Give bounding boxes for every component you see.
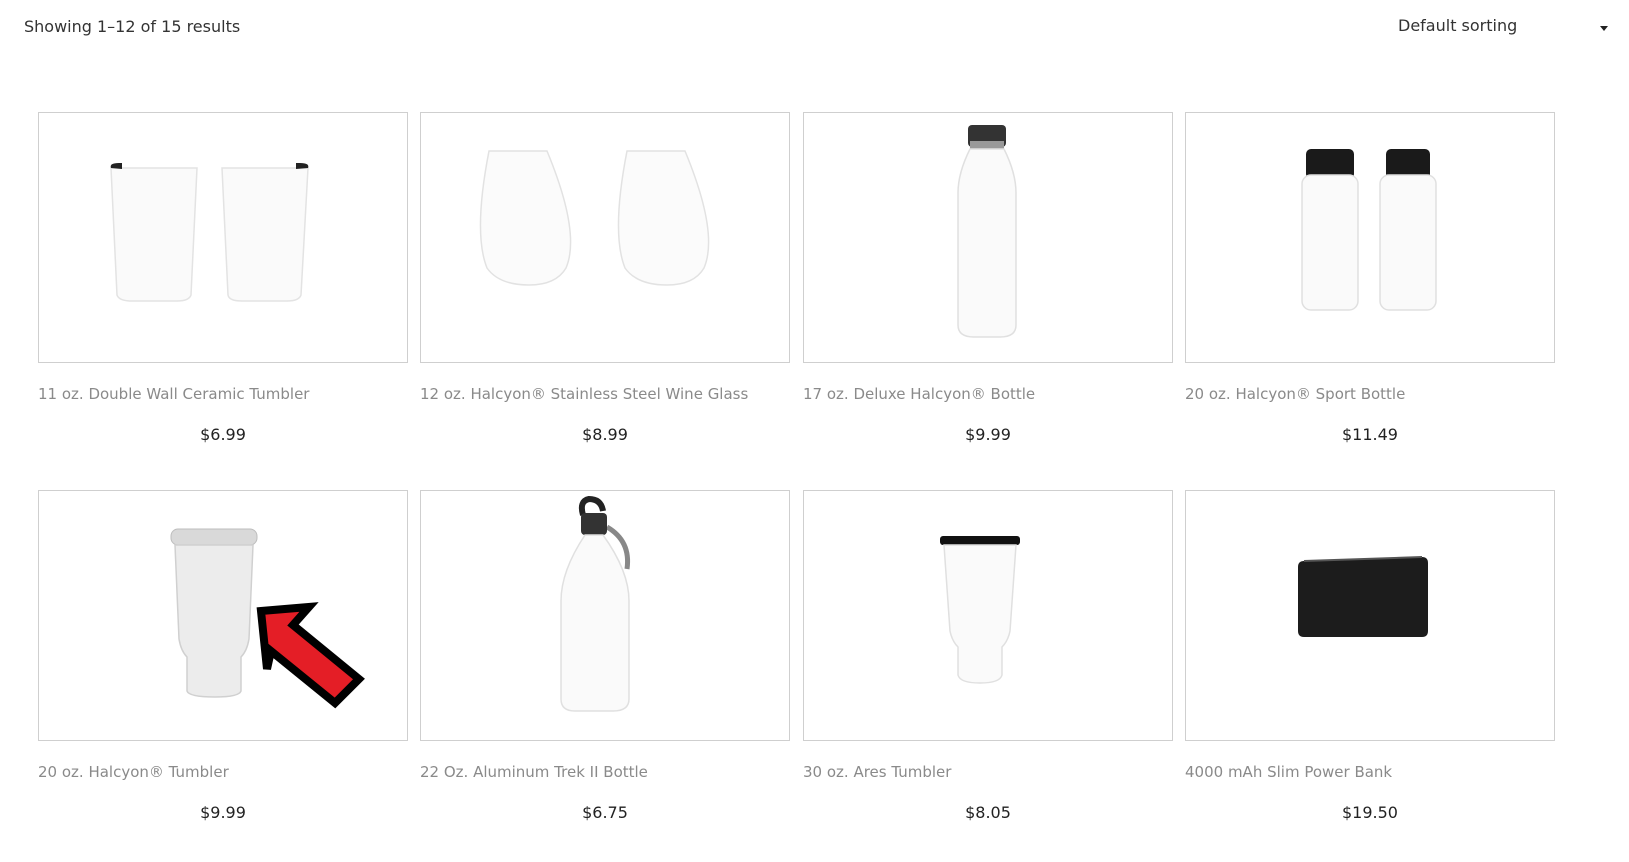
tumbler-icon — [170, 528, 365, 709]
product-card: 11 oz. Double Wall Ceramic Tumbler $6.99 — [38, 112, 408, 444]
product-title-link[interactable]: 30 oz. Ares Tumbler — [803, 763, 1173, 781]
product-image-link[interactable] — [1185, 112, 1555, 363]
product-card: 20 oz. Halcyon® Tumbler $9.99 — [38, 490, 408, 822]
shop-page: Showing 1–12 of 15 results Default sorti… — [0, 0, 1629, 862]
product-price: $8.99 — [582, 425, 628, 444]
ares-tumbler-icon — [940, 536, 1020, 684]
product-card: 30 oz. Ares Tumbler $8.05 — [803, 490, 1173, 822]
product-price: $6.99 — [200, 425, 246, 444]
product-title-link[interactable]: 20 oz. Halcyon® Tumbler — [38, 763, 408, 781]
caret-down-icon — [1600, 26, 1608, 31]
product-image-link[interactable] — [38, 112, 408, 363]
product-title-link[interactable]: 4000 mAh Slim Power Bank — [1185, 763, 1555, 781]
product-card: 22 Oz. Aluminum Trek II Bottle $6.75 — [420, 490, 790, 822]
arrow-icon — [256, 602, 365, 709]
sorting-selected-label: Default sorting — [1398, 16, 1518, 35]
product-price: $6.75 — [582, 803, 628, 822]
product-card: 17 oz. Deluxe Halcyon® Bottle $9.99 — [803, 112, 1173, 444]
product-image-link[interactable] — [38, 490, 408, 741]
product-image-link[interactable] — [420, 112, 790, 363]
product-image-link[interactable] — [803, 112, 1173, 363]
product-title-link[interactable]: 12 oz. Halcyon® Stainless Steel Wine Gla… — [420, 385, 790, 403]
product-title-link[interactable]: 17 oz. Deluxe Halcyon® Bottle — [803, 385, 1173, 403]
product-price: $9.99 — [965, 425, 1011, 444]
bottle-icon — [957, 125, 1017, 338]
product-price: $8.05 — [965, 803, 1011, 822]
product-card: 4000 mAh Slim Power Bank $19.50 — [1185, 490, 1555, 822]
product-title-link[interactable]: 22 Oz. Aluminum Trek II Bottle — [420, 763, 790, 781]
product-title-link[interactable]: 11 oz. Double Wall Ceramic Tumbler — [38, 385, 408, 403]
product-title-link[interactable]: 20 oz. Halcyon® Sport Bottle — [1185, 385, 1555, 403]
sorting-select[interactable]: Default sorting — [1398, 16, 1608, 42]
product-price: $19.50 — [1342, 803, 1398, 822]
power-bank-icon — [1298, 556, 1428, 637]
ceramic-tumbler-icon — [110, 163, 309, 302]
product-image-link[interactable] — [1185, 490, 1555, 741]
sport-bottle-icon — [1301, 149, 1437, 311]
product-card: 12 oz. Halcyon® Stainless Steel Wine Gla… — [420, 112, 790, 444]
product-image-link[interactable] — [420, 490, 790, 741]
aluminum-bottle-icon — [560, 495, 631, 712]
product-card: 20 oz. Halcyon® Sport Bottle $11.49 — [1185, 112, 1555, 444]
product-price: $11.49 — [1342, 425, 1398, 444]
wine-glass-icon — [479, 150, 710, 286]
result-count: Showing 1–12 of 15 results — [24, 17, 241, 36]
product-price: $9.99 — [200, 803, 246, 822]
product-image-link[interactable] — [803, 490, 1173, 741]
